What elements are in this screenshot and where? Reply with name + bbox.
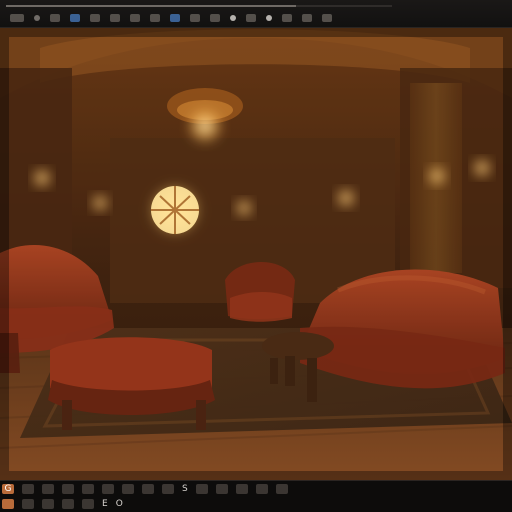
bottom-tool-1[interactable]: G [2, 484, 14, 494]
bottom-toolbar-row-2: E O [0, 498, 123, 510]
mask-icon[interactable] [230, 15, 236, 21]
gear-icon[interactable] [246, 14, 256, 22]
bottom-tool-row2-4[interactable] [62, 499, 74, 509]
bottom-tool-row2-e[interactable]: E [102, 499, 108, 509]
bottom-tool-14[interactable] [275, 484, 288, 494]
bottom-tool-5[interactable] [82, 484, 94, 494]
grid-icon[interactable] [10, 14, 24, 22]
bottom-tool-row2-3[interactable] [42, 499, 54, 509]
bottom-tool-12[interactable] [235, 484, 248, 494]
bottom-tool-13[interactable] [255, 484, 268, 494]
image-icon[interactable] [210, 14, 220, 22]
pencil-icon[interactable] [50, 14, 60, 22]
top-toolbar-icons [10, 12, 332, 24]
camera-icon[interactable] [70, 14, 80, 22]
settings-icon[interactable] [302, 14, 312, 22]
bottom-toolbar-row-1: G S [0, 483, 288, 495]
layers-icon[interactable] [90, 14, 100, 22]
bottom-tool-9[interactable] [162, 484, 174, 494]
bottom-tool-4[interactable] [62, 484, 74, 494]
dot-icon[interactable] [266, 15, 272, 21]
bottom-tool-row2-o[interactable]: O [116, 499, 123, 509]
bottom-tool-row2-2[interactable] [22, 499, 34, 509]
square-icon[interactable] [322, 14, 332, 22]
top-toolbar [0, 0, 512, 28]
progress-bar [6, 5, 392, 7]
panel-icon[interactable] [190, 14, 200, 22]
bookmark-icon[interactable] [110, 14, 120, 22]
window-icon[interactable] [170, 14, 180, 22]
bottom-tool-3[interactable] [42, 484, 54, 494]
dot-icon[interactable] [34, 15, 40, 21]
bottom-tool-10[interactable] [195, 484, 208, 494]
bottom-tool-s[interactable]: S [182, 484, 188, 494]
rendered-room-image [0, 28, 512, 480]
rectangle-icon[interactable] [282, 14, 292, 22]
frame-icon[interactable] [130, 14, 140, 22]
bottom-tool-11[interactable] [215, 484, 228, 494]
bottom-toolbar: G S E O [0, 480, 512, 512]
progress-fill [6, 5, 296, 7]
bottom-tool-8[interactable] [142, 484, 154, 494]
bottom-tool-2[interactable] [22, 484, 34, 494]
warm-haze [0, 28, 512, 480]
image-canvas[interactable] [0, 28, 512, 480]
sparkle-icon[interactable] [150, 14, 160, 22]
bottom-tool-6[interactable] [102, 484, 114, 494]
bottom-tool-7[interactable] [122, 484, 134, 494]
bottom-tool-row2-5[interactable] [82, 499, 94, 509]
bottom-tool-row2-1[interactable] [2, 499, 14, 509]
